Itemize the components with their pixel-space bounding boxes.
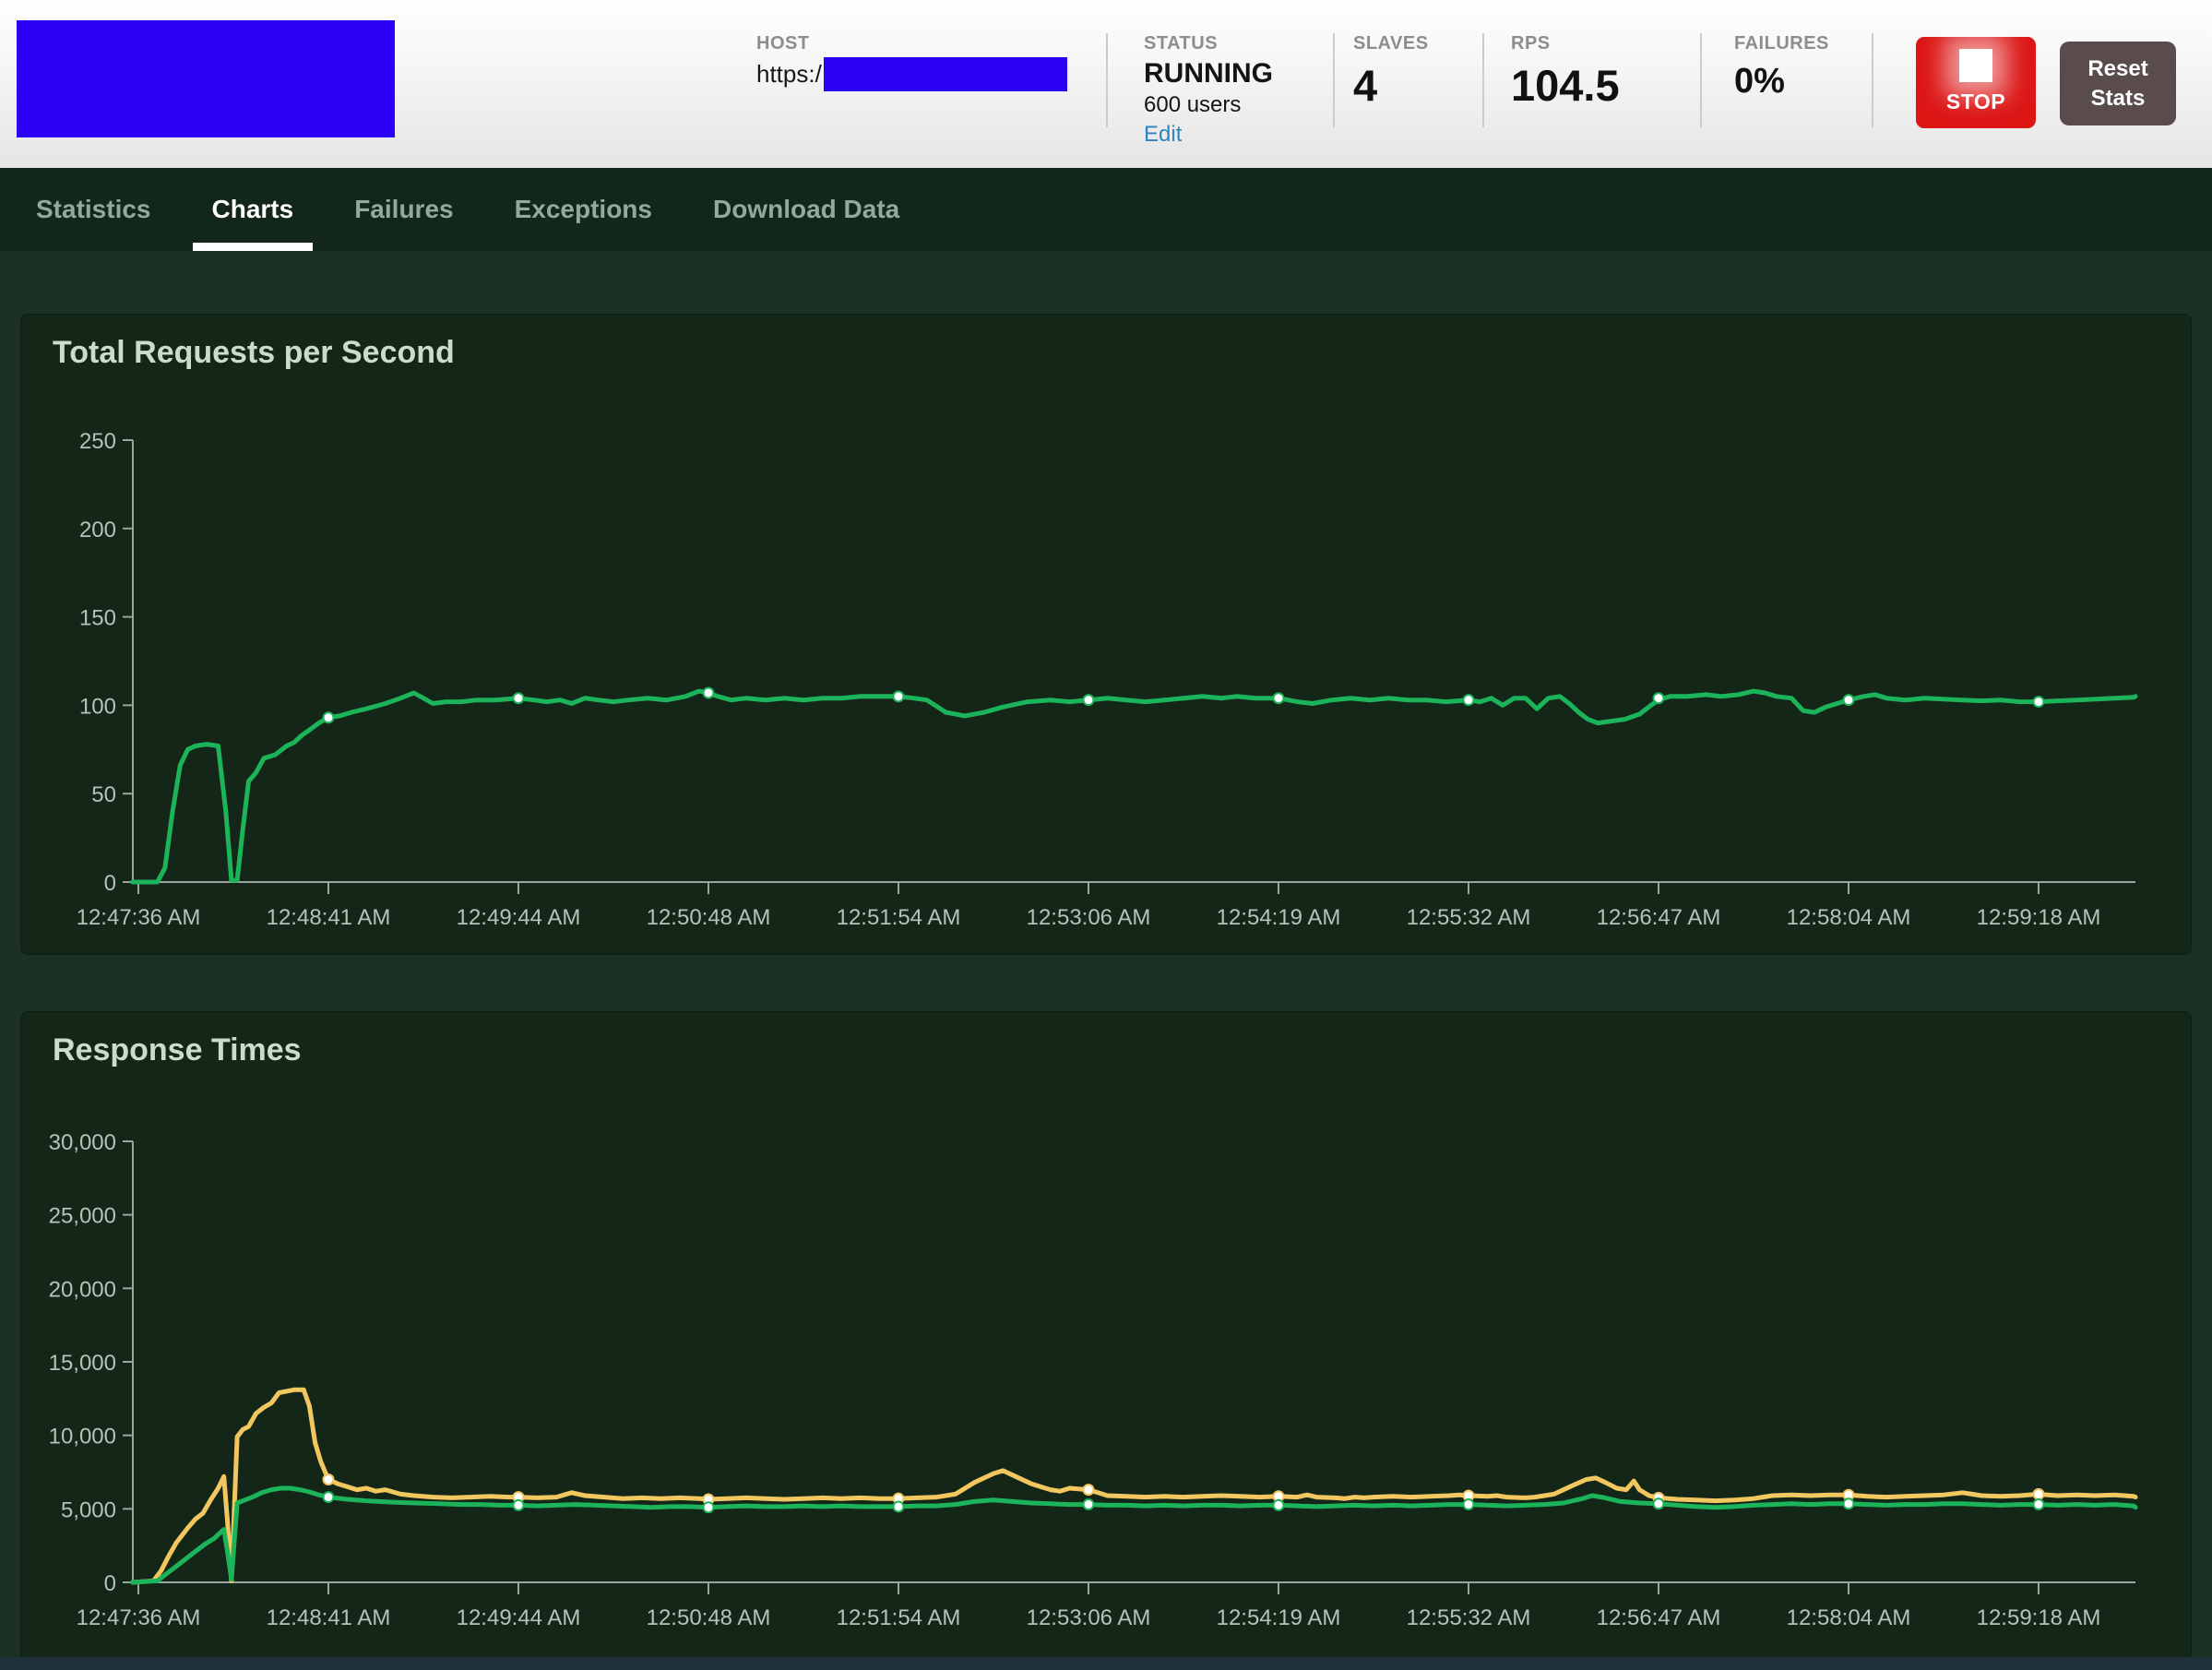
header-divider [1872, 33, 1873, 127]
svg-text:0: 0 [104, 1571, 116, 1596]
host-label: HOST [756, 33, 810, 54]
tab-exceptions[interactable]: Exceptions [495, 168, 672, 251]
svg-text:12:48:41 AM: 12:48:41 AM [267, 905, 391, 930]
host-block: HOST https:/ [756, 33, 1067, 91]
svg-text:12:59:18 AM: 12:59:18 AM [1977, 905, 2101, 930]
svg-text:12:55:32 AM: 12:55:32 AM [1407, 905, 1531, 930]
svg-text:12:51:54 AM: 12:51:54 AM [837, 1605, 961, 1630]
rps-label: RPS [1511, 33, 1551, 54]
rps-value: 104.5 [1511, 61, 1620, 110]
tab-statistics[interactable]: Statistics [17, 168, 171, 251]
failures-label: FAILURES [1734, 33, 1829, 54]
svg-text:10,000: 10,000 [49, 1425, 116, 1449]
svg-text:12:58:04 AM: 12:58:04 AM [1787, 1605, 1911, 1630]
svg-text:30,000: 30,000 [49, 1130, 116, 1155]
tab-failures[interactable]: Failures [335, 168, 472, 251]
svg-text:12:48:41 AM: 12:48:41 AM [267, 1605, 391, 1630]
svg-text:12:55:32 AM: 12:55:32 AM [1407, 1605, 1531, 1630]
stop-button-label: STOP [1945, 89, 2006, 113]
status-value: RUNNING [1144, 58, 1273, 89]
failures-block: FAILURES 0% [1734, 33, 1829, 101]
svg-text:50: 50 [91, 782, 116, 807]
svg-text:0: 0 [104, 871, 116, 896]
svg-text:12:53:06 AM: 12:53:06 AM [1027, 905, 1151, 930]
response-times-chart: 0 5,000 10,000 15,000 20,000 25,000 30,000 12:4… [49, 1130, 2138, 1630]
response-times-chart-panel: Response Times 0 5,000 10,000 15,000 20,000 2… [20, 1011, 2192, 1664]
stop-button[interactable]: STOP [1916, 37, 2036, 128]
svg-text:12:53:06 AM: 12:53:06 AM [1027, 1605, 1151, 1630]
host-url-prefix: https:/ [756, 60, 822, 88]
slaves-block: SLAVES 4 [1353, 33, 1429, 111]
svg-text:100: 100 [79, 694, 116, 719]
main-nav: Statistics Charts Failures Exceptions Do… [0, 168, 2212, 251]
slaves-label: SLAVES [1353, 33, 1429, 54]
svg-text:12:50:48 AM: 12:50:48 AM [647, 905, 771, 930]
tab-charts[interactable]: Charts [192, 168, 314, 251]
status-label: STATUS [1144, 33, 1219, 54]
svg-text:200: 200 [79, 518, 116, 543]
header-divider [1700, 33, 1702, 127]
bottom-edge-strip [0, 1657, 2212, 1670]
svg-text:12:54:19 AM: 12:54:19 AM [1217, 905, 1341, 930]
slaves-value: 4 [1353, 61, 1378, 110]
svg-text:12:49:44 AM: 12:49:44 AM [457, 1605, 581, 1630]
status-block: STATUS RUNNING 600 users Edit [1144, 33, 1273, 148]
host-url-redacted [823, 57, 1067, 91]
svg-text:12:56:47 AM: 12:56:47 AM [1597, 1605, 1721, 1630]
svg-text:5,000: 5,000 [61, 1497, 116, 1522]
svg-text:12:59:18 AM: 12:59:18 AM [1977, 1605, 2101, 1630]
svg-text:12:47:36 AM: 12:47:36 AM [77, 1605, 201, 1630]
rps-chart: 0 50 100 150 200 250 12:47:36 AM 12:48:41 AM 12:… [77, 429, 2138, 930]
svg-text:12:54:19 AM: 12:54:19 AM [1217, 1605, 1341, 1630]
reset-stats-label: Reset Stats [2087, 56, 2148, 111]
rps-chart-panel: Total Requests per Second 0 50 100 150 200 25… [20, 314, 2192, 955]
rps-block: RPS 104.5 [1511, 33, 1620, 111]
header-divider [1333, 33, 1335, 127]
svg-text:12:47:36 AM: 12:47:36 AM [77, 905, 201, 930]
edit-link[interactable]: Edit [1144, 122, 1273, 148]
svg-text:12:49:44 AM: 12:49:44 AM [457, 905, 581, 930]
svg-text:12:56:47 AM: 12:56:47 AM [1597, 905, 1721, 930]
tab-download-data[interactable]: Download Data [694, 168, 919, 251]
svg-text:250: 250 [79, 429, 116, 454]
main-content: Total Requests per Second 0 50 100 150 200 25… [0, 251, 2212, 1664]
svg-text:12:58:04 AM: 12:58:04 AM [1787, 905, 1911, 930]
header-divider [1482, 33, 1484, 127]
svg-text:20,000: 20,000 [49, 1277, 116, 1302]
stop-icon [1959, 49, 1992, 82]
header-divider [1106, 33, 1108, 127]
svg-text:12:50:48 AM: 12:50:48 AM [647, 1605, 771, 1630]
svg-text:150: 150 [79, 606, 116, 631]
failures-value: 0% [1734, 62, 1785, 101]
status-users: 600 users [1144, 92, 1242, 117]
top-header: HOST https:/ STATUS RUNNING 600 users Ed… [0, 0, 2212, 168]
svg-text:12:51:54 AM: 12:51:54 AM [837, 905, 961, 930]
svg-text:25,000: 25,000 [49, 1204, 116, 1229]
logo-redacted [17, 20, 395, 137]
svg-text:15,000: 15,000 [49, 1351, 116, 1376]
reset-stats-button[interactable]: Reset Stats [2060, 42, 2176, 125]
